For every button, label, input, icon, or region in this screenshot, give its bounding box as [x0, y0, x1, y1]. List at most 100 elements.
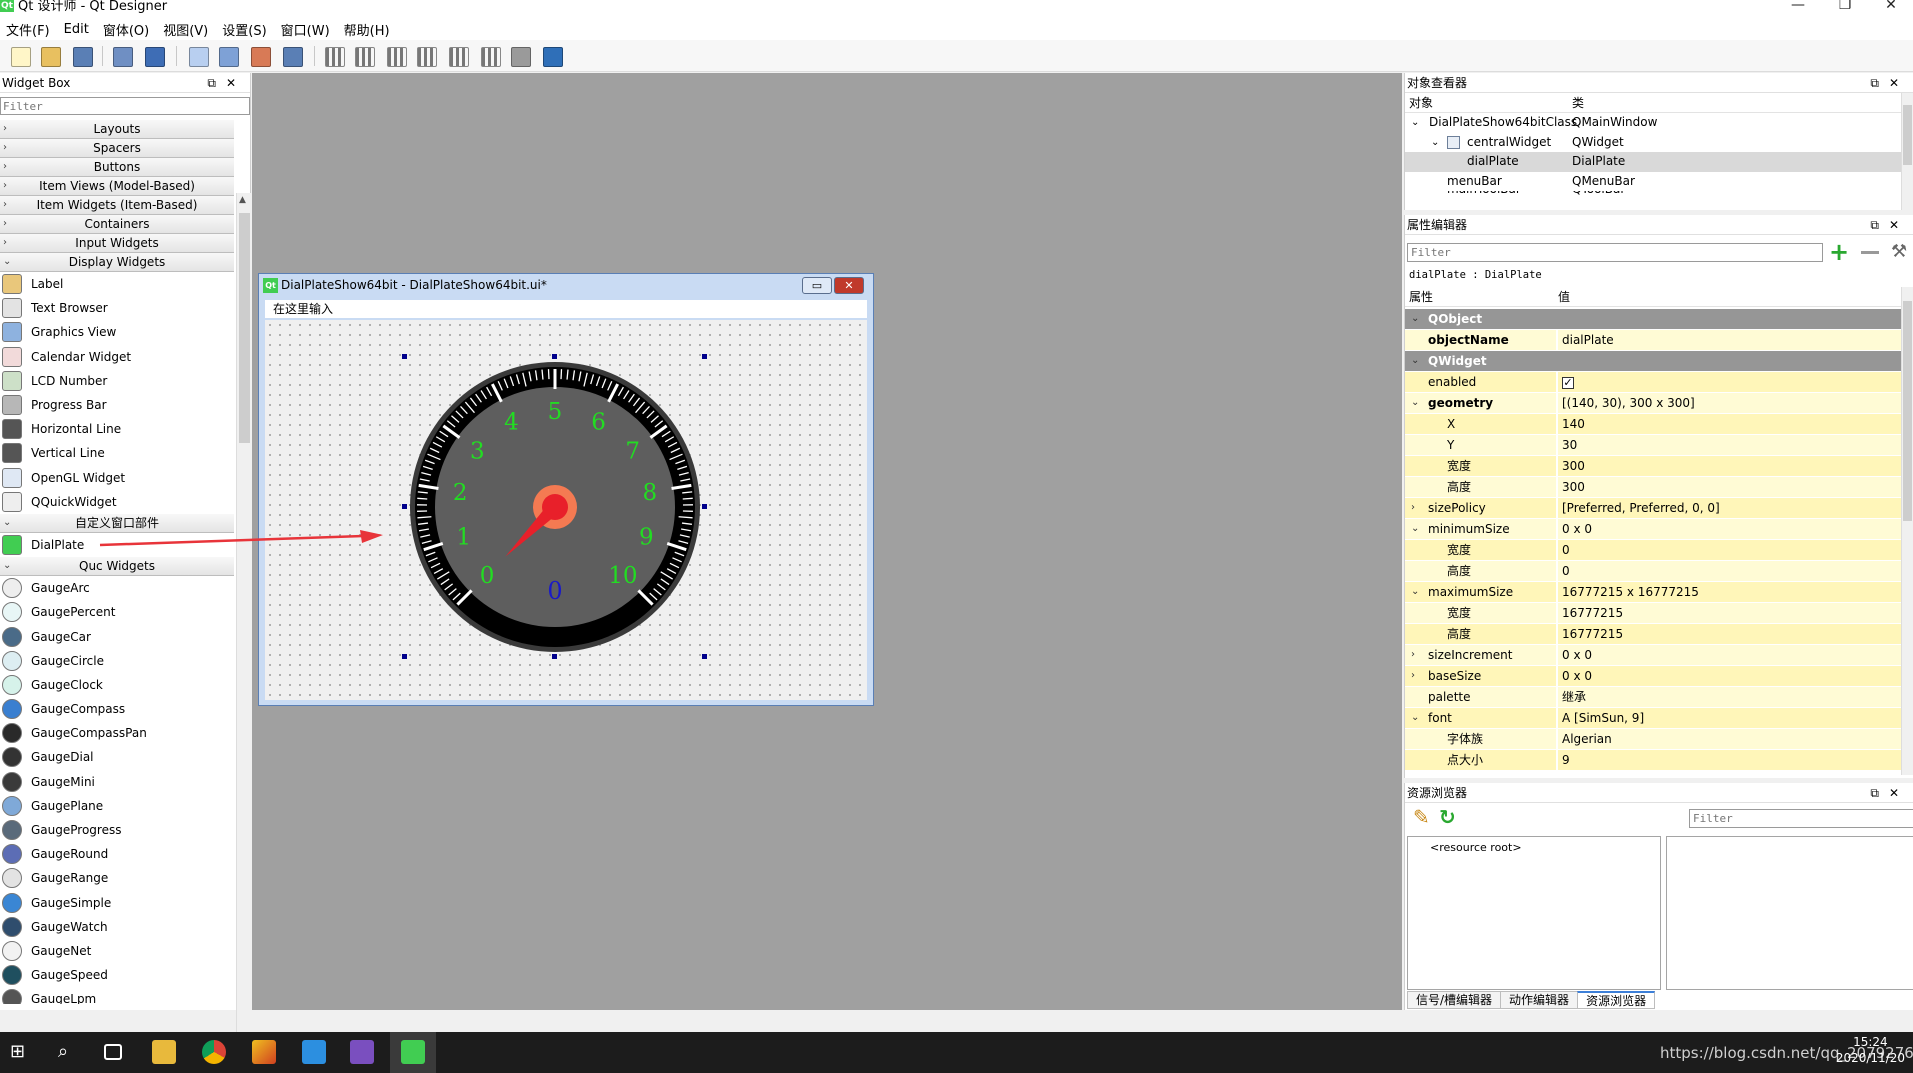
property-row[interactable]: ⌄ font A [SimSun, 9] — [1405, 708, 1901, 729]
widget-item-gauge[interactable]: GaugeNet — [0, 939, 234, 963]
reload-icon[interactable]: ↻ — [1439, 805, 1456, 829]
widget-item-gauge[interactable]: GaugeCar — [0, 624, 234, 648]
widget-item-gauge[interactable]: GaugePercent — [0, 600, 234, 624]
windows-start-icon[interactable]: ⊞ — [10, 1040, 34, 1064]
property-row[interactable]: objectName dialPlate — [1405, 330, 1901, 351]
file-explorer-icon[interactable] — [152, 1040, 176, 1064]
property-value[interactable]: 9 — [1558, 750, 1901, 770]
property-row[interactable]: ⌄ minimumSize 0 x 0 — [1405, 519, 1901, 540]
form-window[interactable]: Qt DialPlateShow64bit - DialPlateShow64b… — [258, 273, 874, 706]
form-menu-placeholder[interactable]: 在这里输入 — [273, 302, 333, 316]
category-spacers[interactable]: › Spacers — [0, 139, 234, 158]
widget-item-gauge[interactable]: GaugeArc — [0, 576, 234, 600]
property-value[interactable]: 16777215 x 16777215 — [1558, 582, 1901, 602]
chevron-down-icon[interactable]: ⌄ — [1411, 351, 1419, 371]
dial-plate-widget[interactable]: 01234 5 678910 0 — [405, 357, 705, 657]
category-containers[interactable]: › Containers — [0, 215, 234, 234]
property-value[interactable]: ✓ — [1558, 372, 1901, 392]
form-canvas[interactable]: 0 1 2 3 4 5 6 7 8 9 10 0 — [265, 320, 867, 700]
bring-to-front-icon[interactable] — [142, 44, 166, 68]
close-button[interactable]: ✕ — [1871, 0, 1911, 14]
system-clock[interactable]: 15:24 2020/11/20 — [1836, 1034, 1905, 1066]
widget-item-gauge[interactable]: GaugeLpm — [0, 987, 234, 1004]
layout-grid-icon[interactable] — [446, 44, 470, 68]
chevron-right-icon[interactable]: › — [1411, 498, 1415, 518]
category-input-widgets[interactable]: › Input Widgets — [0, 234, 234, 253]
property-value[interactable]: dialPlate — [1558, 330, 1901, 350]
category-display-widgets[interactable]: ⌄ Display Widgets — [0, 253, 234, 272]
widget-item-gauge[interactable]: GaugeCompass — [0, 697, 234, 721]
widget-item-gauge[interactable]: GaugeMini — [0, 770, 234, 794]
dock-buttons[interactable]: ⧉✕ — [207, 73, 246, 93]
task-view-icon[interactable] — [104, 1044, 122, 1060]
menu-file[interactable]: 文件(F) — [6, 20, 50, 39]
property-filter-input[interactable] — [1407, 243, 1823, 262]
chevron-down-icon[interactable]: ⌄ — [1411, 393, 1419, 413]
remove-property-icon[interactable] — [1861, 251, 1879, 254]
widget-item-horizontal-line[interactable]: Horizontal Line — [0, 417, 234, 441]
widget-item-gauge[interactable]: GaugePlane — [0, 794, 234, 818]
property-row[interactable]: 字体族 Algerian — [1405, 729, 1901, 750]
chrome-icon[interactable] — [202, 1040, 226, 1064]
tab-signal-slot-editor[interactable]: 信号/槽编辑器 — [1407, 991, 1502, 1009]
property-row[interactable]: palette 继承 — [1405, 687, 1901, 708]
menu-edit[interactable]: Edit — [64, 22, 89, 37]
layout-horizontal-icon[interactable] — [322, 44, 346, 68]
resource-filter-input[interactable] — [1689, 809, 1913, 828]
widget-item-gauge[interactable]: GaugeCircle — [0, 649, 234, 673]
open-file-icon[interactable] — [38, 44, 62, 68]
column-value[interactable]: 值 — [1558, 287, 1570, 306]
property-row[interactable]: X 140 — [1405, 414, 1901, 435]
edit-buddies-icon[interactable] — [248, 44, 272, 68]
property-row[interactable]: 宽度 0 — [1405, 540, 1901, 561]
property-row[interactable]: 点大小 9 — [1405, 750, 1901, 771]
scrollbar-thumb[interactable] — [239, 213, 250, 443]
property-editor-scrollbar[interactable] — [1901, 287, 1913, 775]
property-value[interactable]: 0 x 0 — [1558, 645, 1901, 665]
category-quc-widgets[interactable]: ⌄ Quc Widgets — [0, 557, 234, 577]
edit-signals-slots-icon[interactable] — [216, 44, 240, 68]
widget-box-scrollbar[interactable]: ▲ ▼ — [236, 193, 251, 1073]
property-value[interactable]: 0 x 0 — [1558, 519, 1901, 539]
widget-item-gauge[interactable]: GaugeSimple — [0, 891, 234, 915]
menu-help[interactable]: 帮助(H) — [344, 20, 390, 39]
edit-resources-icon[interactable]: ✎ — [1413, 805, 1430, 829]
widget-item-gauge[interactable]: GaugeClock — [0, 673, 234, 697]
form-close-button[interactable]: ✕ — [834, 277, 864, 294]
adjust-size-icon[interactable] — [540, 44, 564, 68]
chevron-down-icon[interactable]: ⌄ — [1411, 519, 1419, 539]
property-group[interactable]: ⌄ QObject — [1405, 309, 1901, 330]
property-row[interactable]: › sizePolicy [Preferred, Preferred, 0, 0] — [1405, 498, 1901, 519]
property-value[interactable]: A [SimSun, 9] — [1558, 708, 1901, 728]
widget-item-vertical-line[interactable]: Vertical Line — [0, 441, 234, 465]
property-value[interactable]: 0 — [1558, 561, 1901, 581]
category-buttons[interactable]: › Buttons — [0, 158, 234, 177]
tree-row[interactable]: ⌄ DialPlateShow64bitClass QMainWindow — [1405, 113, 1913, 133]
layout-vertical-icon[interactable] — [352, 44, 376, 68]
tree-row[interactable]: menuBar QMenuBar — [1405, 172, 1913, 192]
add-property-icon[interactable]: + — [1829, 240, 1849, 264]
maximize-button[interactable]: ❐ — [1825, 0, 1865, 14]
save-file-icon[interactable] — [70, 44, 94, 68]
dock-buttons[interactable]: ⧉✕ — [1870, 215, 1909, 235]
column-class[interactable]: 类 — [1572, 93, 1584, 112]
enabled-checkbox[interactable]: ✓ — [1562, 376, 1574, 389]
tree-row[interactable]: ⌄ centralWidget QWidget — [1405, 133, 1913, 153]
property-value[interactable]: 30 — [1558, 435, 1901, 455]
form-menu-bar[interactable]: 在这里输入 — [265, 300, 867, 318]
column-property[interactable]: 属性 — [1405, 287, 1558, 306]
widget-item-progress-bar[interactable]: Progress Bar — [0, 393, 234, 417]
property-row[interactable]: › baseSize 0 x 0 — [1405, 666, 1901, 687]
new-file-icon[interactable] — [8, 44, 32, 68]
property-row[interactable]: 高度 300 — [1405, 477, 1901, 498]
layout-vertical-splitter-icon[interactable] — [414, 44, 438, 68]
tab-action-editor[interactable]: 动作编辑器 — [1500, 991, 1579, 1009]
property-value[interactable]: 继承 — [1558, 687, 1901, 707]
column-object[interactable]: 对象 — [1405, 93, 1572, 112]
widget-item-gauge[interactable]: GaugeRound — [0, 842, 234, 866]
category-item-widgets[interactable]: › Item Widgets (Item-Based) — [0, 196, 234, 215]
dock-buttons[interactable]: ⧉✕ — [1870, 73, 1909, 93]
property-row[interactable]: › sizeIncrement 0 x 0 — [1405, 645, 1901, 666]
property-row[interactable]: enabled ✓ — [1405, 372, 1901, 393]
property-value[interactable]: [Preferred, Preferred, 0, 0] — [1558, 498, 1901, 518]
